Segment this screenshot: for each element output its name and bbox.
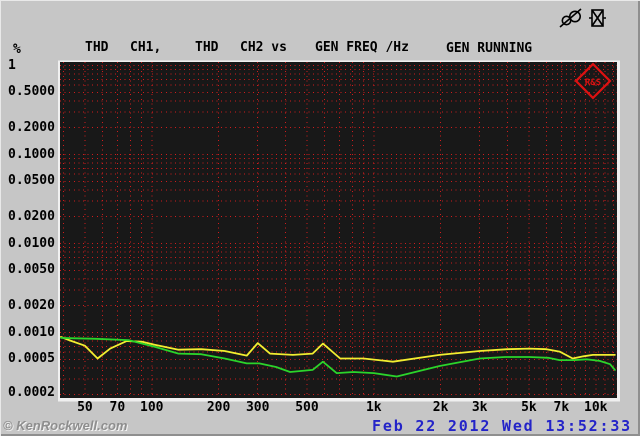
y-tick-label: 0.0002 [8,385,55,400]
y-tick-label: 0.2000 [8,119,55,135]
x-tick-label: 100 [140,400,164,415]
y-tick-label: 0.0500 [8,173,55,189]
x-tick-label: 10k [584,400,608,415]
x-tick-label: 500 [295,400,319,415]
y-tick-label: 0.1000 [8,146,55,162]
audio-analyzer-screen: % THD CH1, THD CH2 vs GEN FREQ /Hz GEN R… [0,0,640,436]
y-tick-label: 0.0005 [8,351,55,367]
y-tick-label: 0.0020 [8,297,55,313]
y-tick-label: 0.0050 [8,262,55,278]
x-tick-label: 2k [432,400,449,415]
x-tick-label: 7k [553,400,570,415]
x-tick-label: 1k [365,400,382,415]
svg-text:R&S: R&S [585,78,601,88]
y-tick-label: 0.5000 [8,84,55,100]
x-tick-label: 50 [77,400,93,415]
datetime-stamp: Feb 22 2012 Wed 13:52:33 [372,417,632,435]
x-tick-label: 70 [109,400,126,415]
x-tick-label: 3k [471,400,488,415]
y-tick-label: 0.0010 [8,324,55,340]
x-tick-label: 5k [521,400,537,415]
y-tick-label: 1 [8,57,16,73]
y-tick-label: 0.0100 [8,235,55,251]
watermark: © KenRockwell.com [3,418,128,433]
thd-vs-frequency-plot: R&S [58,60,620,402]
y-tick-label: 0.0200 [8,208,55,224]
x-tick-label: 200 [206,400,231,415]
x-tick-label: 300 [245,400,270,415]
